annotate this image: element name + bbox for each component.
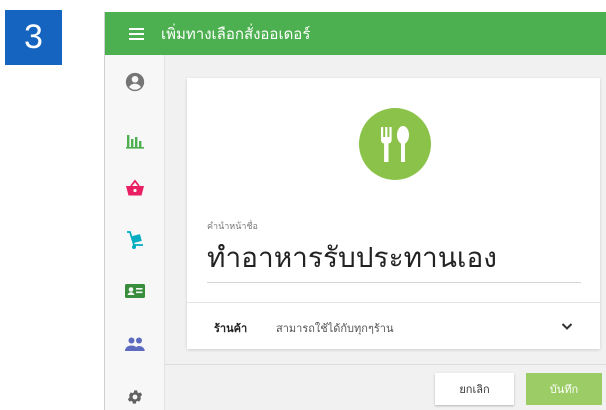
sidebar-item-members[interactable]: [105, 327, 165, 361]
app-bar: เพิ่มทางเลือกสั่งออเดอร์: [105, 12, 606, 55]
contact-card-icon: [125, 284, 145, 298]
name-field-input[interactable]: ทำอาหารรับประทานเอง: [207, 236, 497, 280]
shop-select-label: ร้านค้า: [214, 322, 248, 335]
gear-icon: [127, 390, 143, 404]
sidebar-item-reports[interactable]: [105, 123, 165, 157]
app-window: เพิ่มทางเลือกสั่งออเดอร์ คำนำหน้าชื่อ ทำ…: [104, 12, 606, 410]
order-option-form-card: คำนำหน้าชื่อ ทำอาหารรับประทานเอง ร้านค้า…: [187, 78, 600, 349]
people-icon: [125, 337, 145, 351]
footer-divider: [165, 364, 606, 365]
fork-spoon-icon: [381, 126, 409, 162]
save-button[interactable]: บันทึก: [526, 373, 602, 405]
shop-select-value: สามารถใช้ได้กับทุกๆร้าน: [276, 322, 394, 335]
dolly-icon: [127, 231, 143, 249]
cancel-button[interactable]: ยกเลิก: [435, 373, 514, 405]
shop-select[interactable]: ร้านค้า สามารถใช้ได้กับทุกๆร้าน: [187, 304, 600, 349]
sidebar-item-settings[interactable]: [105, 380, 165, 410]
shopping-basket-icon: [126, 179, 144, 196]
sidebar-item-orders[interactable]: [105, 171, 165, 205]
sidebar: [105, 55, 165, 410]
bar-chart-icon: [126, 135, 144, 149]
sidebar-item-account[interactable]: [105, 65, 165, 99]
page-title: เพิ่มทางเลือกสั่งออเดอร์: [161, 24, 311, 43]
divider: [187, 302, 600, 303]
name-field-label: คำนำหน้าชื่อ: [207, 222, 258, 232]
menu-icon[interactable]: [119, 12, 153, 55]
sidebar-item-delivery[interactable]: [105, 223, 165, 257]
step-number-badge: 3: [5, 10, 62, 65]
sidebar-item-contact[interactable]: [105, 274, 165, 308]
account-circle-icon: [125, 72, 145, 92]
name-field-underline: [207, 282, 581, 283]
food-icon-circle: [359, 108, 431, 180]
chevron-down-icon: [561, 323, 573, 330]
